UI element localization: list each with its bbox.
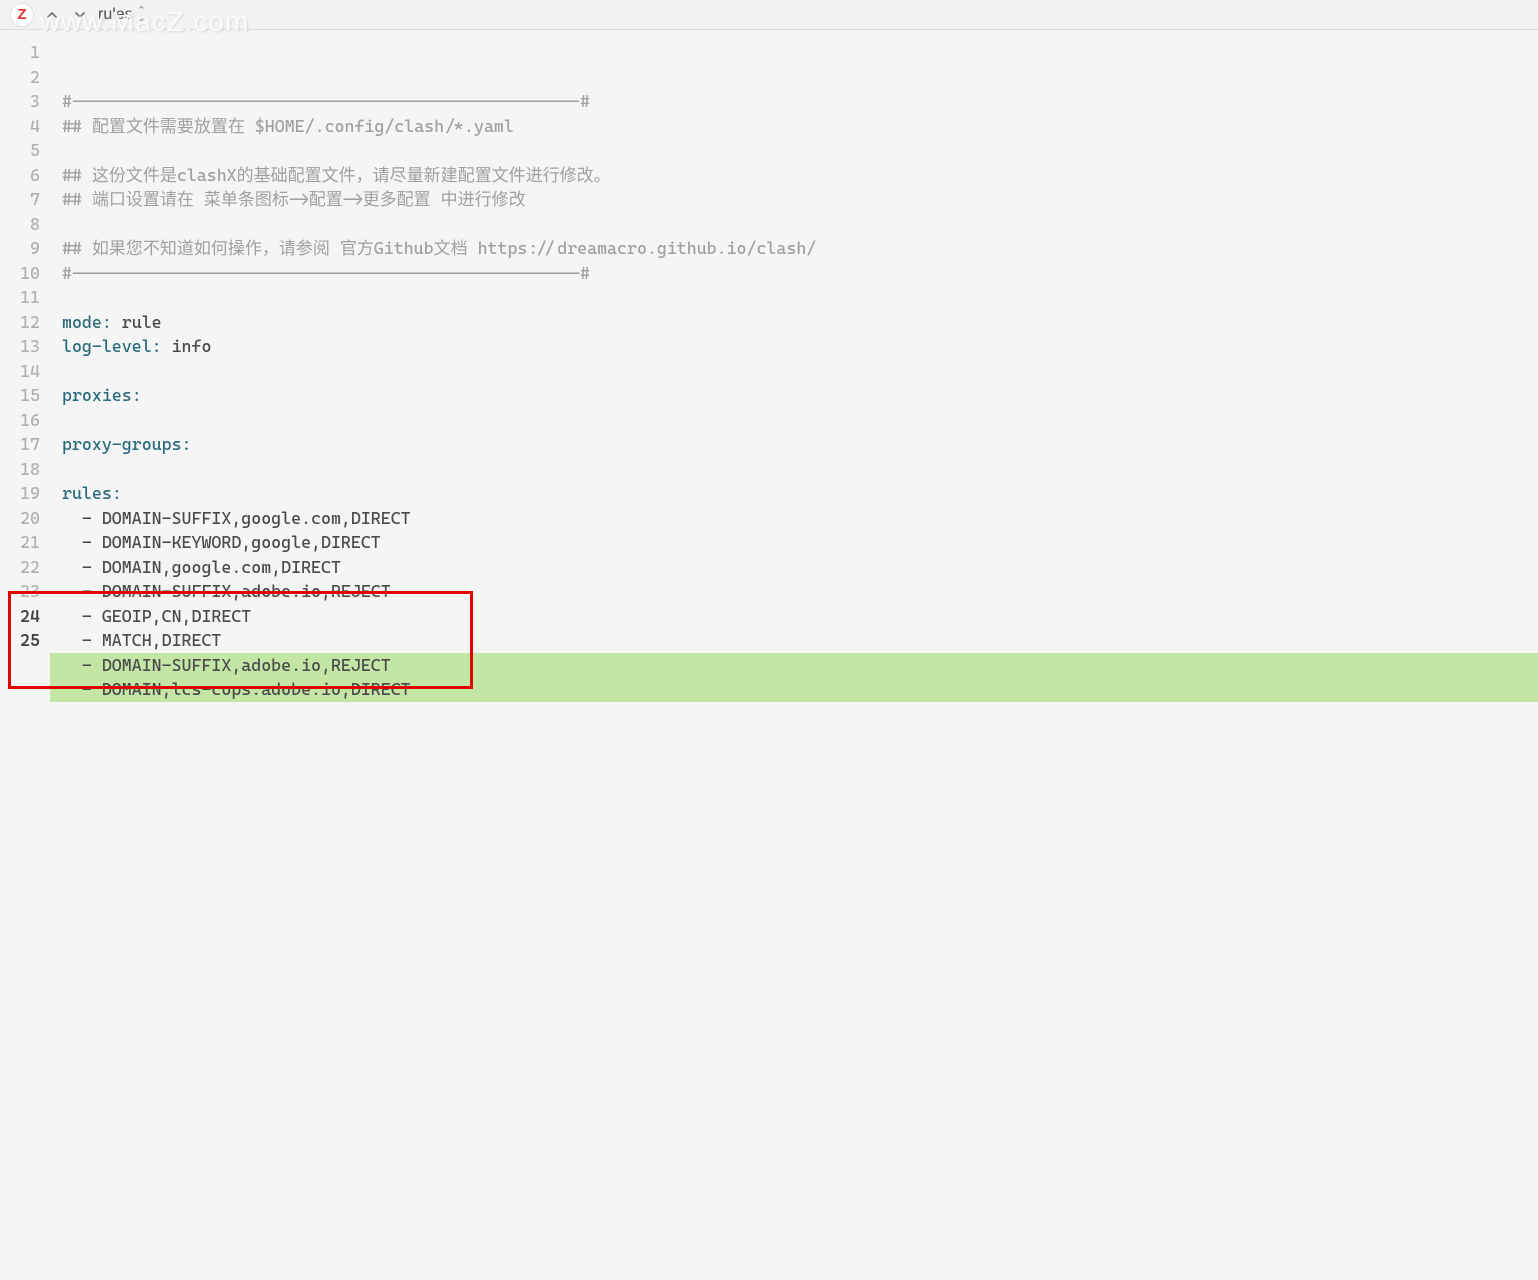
code-line[interactable]: log-level: info: [50, 334, 1538, 359]
code-token: -: [62, 606, 102, 626]
editor-toolbar: Z rules ⌃⌄: [0, 0, 1538, 30]
breadcrumb-selector-icon: ⌃⌄: [137, 8, 146, 22]
code-line[interactable]: ## 配置文件需要放置在 $HOME/.config/clash/*.yaml: [50, 114, 1538, 139]
line-number: 19: [0, 481, 50, 506]
code-token: rules: [62, 483, 112, 503]
code-token: #---------------------------------------…: [62, 91, 590, 111]
code-token: :: [182, 434, 192, 454]
code-line[interactable]: [50, 212, 1538, 237]
line-number: 6: [0, 163, 50, 188]
code-line[interactable]: [50, 285, 1538, 310]
code-line[interactable]: - GEOIP,CN,DIRECT: [50, 604, 1538, 629]
code-line[interactable]: #---------------------------------------…: [50, 89, 1538, 114]
code-token: -: [62, 557, 102, 577]
code-token: -: [62, 532, 102, 552]
line-number: 14: [0, 359, 50, 384]
code-line[interactable]: - DOMAIN-SUFFIX,adobe.io,REJECT: [50, 579, 1538, 604]
line-number: 12: [0, 310, 50, 335]
code-token: rule: [122, 312, 162, 332]
code-token: :: [112, 483, 122, 503]
breadcrumb[interactable]: rules ⌃⌄: [98, 6, 146, 24]
code-token: GEOIP,CN,DIRECT: [102, 606, 251, 626]
code-token: proxy-groups: [62, 434, 182, 454]
code-line[interactable]: proxies:: [50, 383, 1538, 408]
code-line[interactable]: ## 端口设置请在 菜单条图标->配置->更多配置 中进行修改: [50, 187, 1538, 212]
code-line[interactable]: proxy-groups:: [50, 432, 1538, 457]
code-token: :: [152, 336, 172, 356]
code-editor[interactable]: 1234567891011121314151617181920212223242…: [0, 30, 1538, 1280]
code-line[interactable]: [50, 408, 1538, 433]
code-area[interactable]: #---------------------------------------…: [50, 30, 1538, 1280]
line-number: 16: [0, 408, 50, 433]
line-number: 5: [0, 138, 50, 163]
line-number-gutter: 1234567891011121314151617181920212223242…: [0, 30, 50, 1280]
code-line[interactable]: [50, 359, 1538, 384]
code-token: ## 配置文件需要放置在 $HOME/.config/clash/*.yaml: [62, 116, 514, 136]
code-token: MATCH,DIRECT: [102, 630, 222, 650]
code-line[interactable]: [50, 138, 1538, 163]
code-token: info: [172, 336, 212, 356]
code-token: -: [62, 581, 102, 601]
code-line[interactable]: - DOMAIN-SUFFIX,adobe.io,REJECT: [50, 653, 1538, 678]
code-line[interactable]: [50, 457, 1538, 482]
code-line[interactable]: - DOMAIN-KEYWORD,google,DIRECT: [50, 530, 1538, 555]
line-number: 4: [0, 114, 50, 139]
code-token: mode: [62, 312, 102, 332]
breadcrumb-filename: rules: [98, 6, 133, 24]
code-line[interactable]: - DOMAIN,lcs-cops.adobe.io,DIRECT: [50, 677, 1538, 702]
line-number: 7: [0, 187, 50, 212]
line-number: 22: [0, 555, 50, 580]
code-token: DOMAIN,lcs-cops.adobe.io,DIRECT: [102, 679, 411, 699]
line-number: 11: [0, 285, 50, 310]
line-number: 13: [0, 334, 50, 359]
code-line[interactable]: ## 这份文件是clashX的基础配置文件，请尽量新建配置文件进行修改。: [50, 163, 1538, 188]
line-number: 15: [0, 383, 50, 408]
code-token: log-level: [62, 336, 152, 356]
code-token: DOMAIN-SUFFIX,adobe.io,REJECT: [102, 655, 391, 675]
code-token: #---------------------------------------…: [62, 263, 590, 283]
line-number: 2: [0, 65, 50, 90]
code-token: :: [132, 385, 142, 405]
code-token: proxies: [62, 385, 132, 405]
line-number: 24: [0, 604, 50, 629]
line-number: 9: [0, 236, 50, 261]
line-number: 3: [0, 89, 50, 114]
line-number: 18: [0, 457, 50, 482]
code-token: ## 端口设置请在 菜单条图标->配置->更多配置 中进行修改: [62, 189, 526, 209]
line-number: 1: [0, 40, 50, 65]
line-number: 8: [0, 212, 50, 237]
code-token: ## 这份文件是clashX的基础配置文件，请尽量新建配置文件进行修改。: [62, 165, 611, 185]
code-line[interactable]: - DOMAIN,google.com,DIRECT: [50, 555, 1538, 580]
chevron-up-icon[interactable]: [42, 5, 62, 25]
code-line[interactable]: ## 如果您不知道如何操作，请参阅 官方Github文档 https://dre…: [50, 236, 1538, 261]
code-token: DOMAIN-KEYWORD,google,DIRECT: [102, 532, 381, 552]
code-token: -: [62, 630, 102, 650]
code-line[interactable]: - MATCH,DIRECT: [50, 628, 1538, 653]
code-token: DOMAIN-SUFFIX,adobe.io,REJECT: [102, 581, 391, 601]
code-token: -: [62, 679, 102, 699]
code-token: ## 如果您不知道如何操作，请参阅 官方Github文档 https://dre…: [62, 238, 816, 258]
line-number: 23: [0, 579, 50, 604]
code-token: :: [102, 312, 122, 332]
code-line[interactable]: rules:: [50, 481, 1538, 506]
line-number: 25: [0, 628, 50, 653]
code-line[interactable]: mode: rule: [50, 310, 1538, 335]
app-logo-letter: Z: [17, 6, 26, 23]
code-token: DOMAIN,google.com,DIRECT: [102, 557, 341, 577]
app-logo: Z: [10, 3, 34, 27]
line-number: 20: [0, 506, 50, 531]
code-token: -: [62, 655, 102, 675]
line-number: 21: [0, 530, 50, 555]
line-number: 17: [0, 432, 50, 457]
code-token: DOMAIN-SUFFIX,google.com,DIRECT: [102, 508, 411, 528]
code-line[interactable]: #---------------------------------------…: [50, 261, 1538, 286]
chevron-down-icon[interactable]: [70, 5, 90, 25]
code-line[interactable]: - DOMAIN-SUFFIX,google.com,DIRECT: [50, 506, 1538, 531]
code-token: -: [62, 508, 102, 528]
line-number: 10: [0, 261, 50, 286]
